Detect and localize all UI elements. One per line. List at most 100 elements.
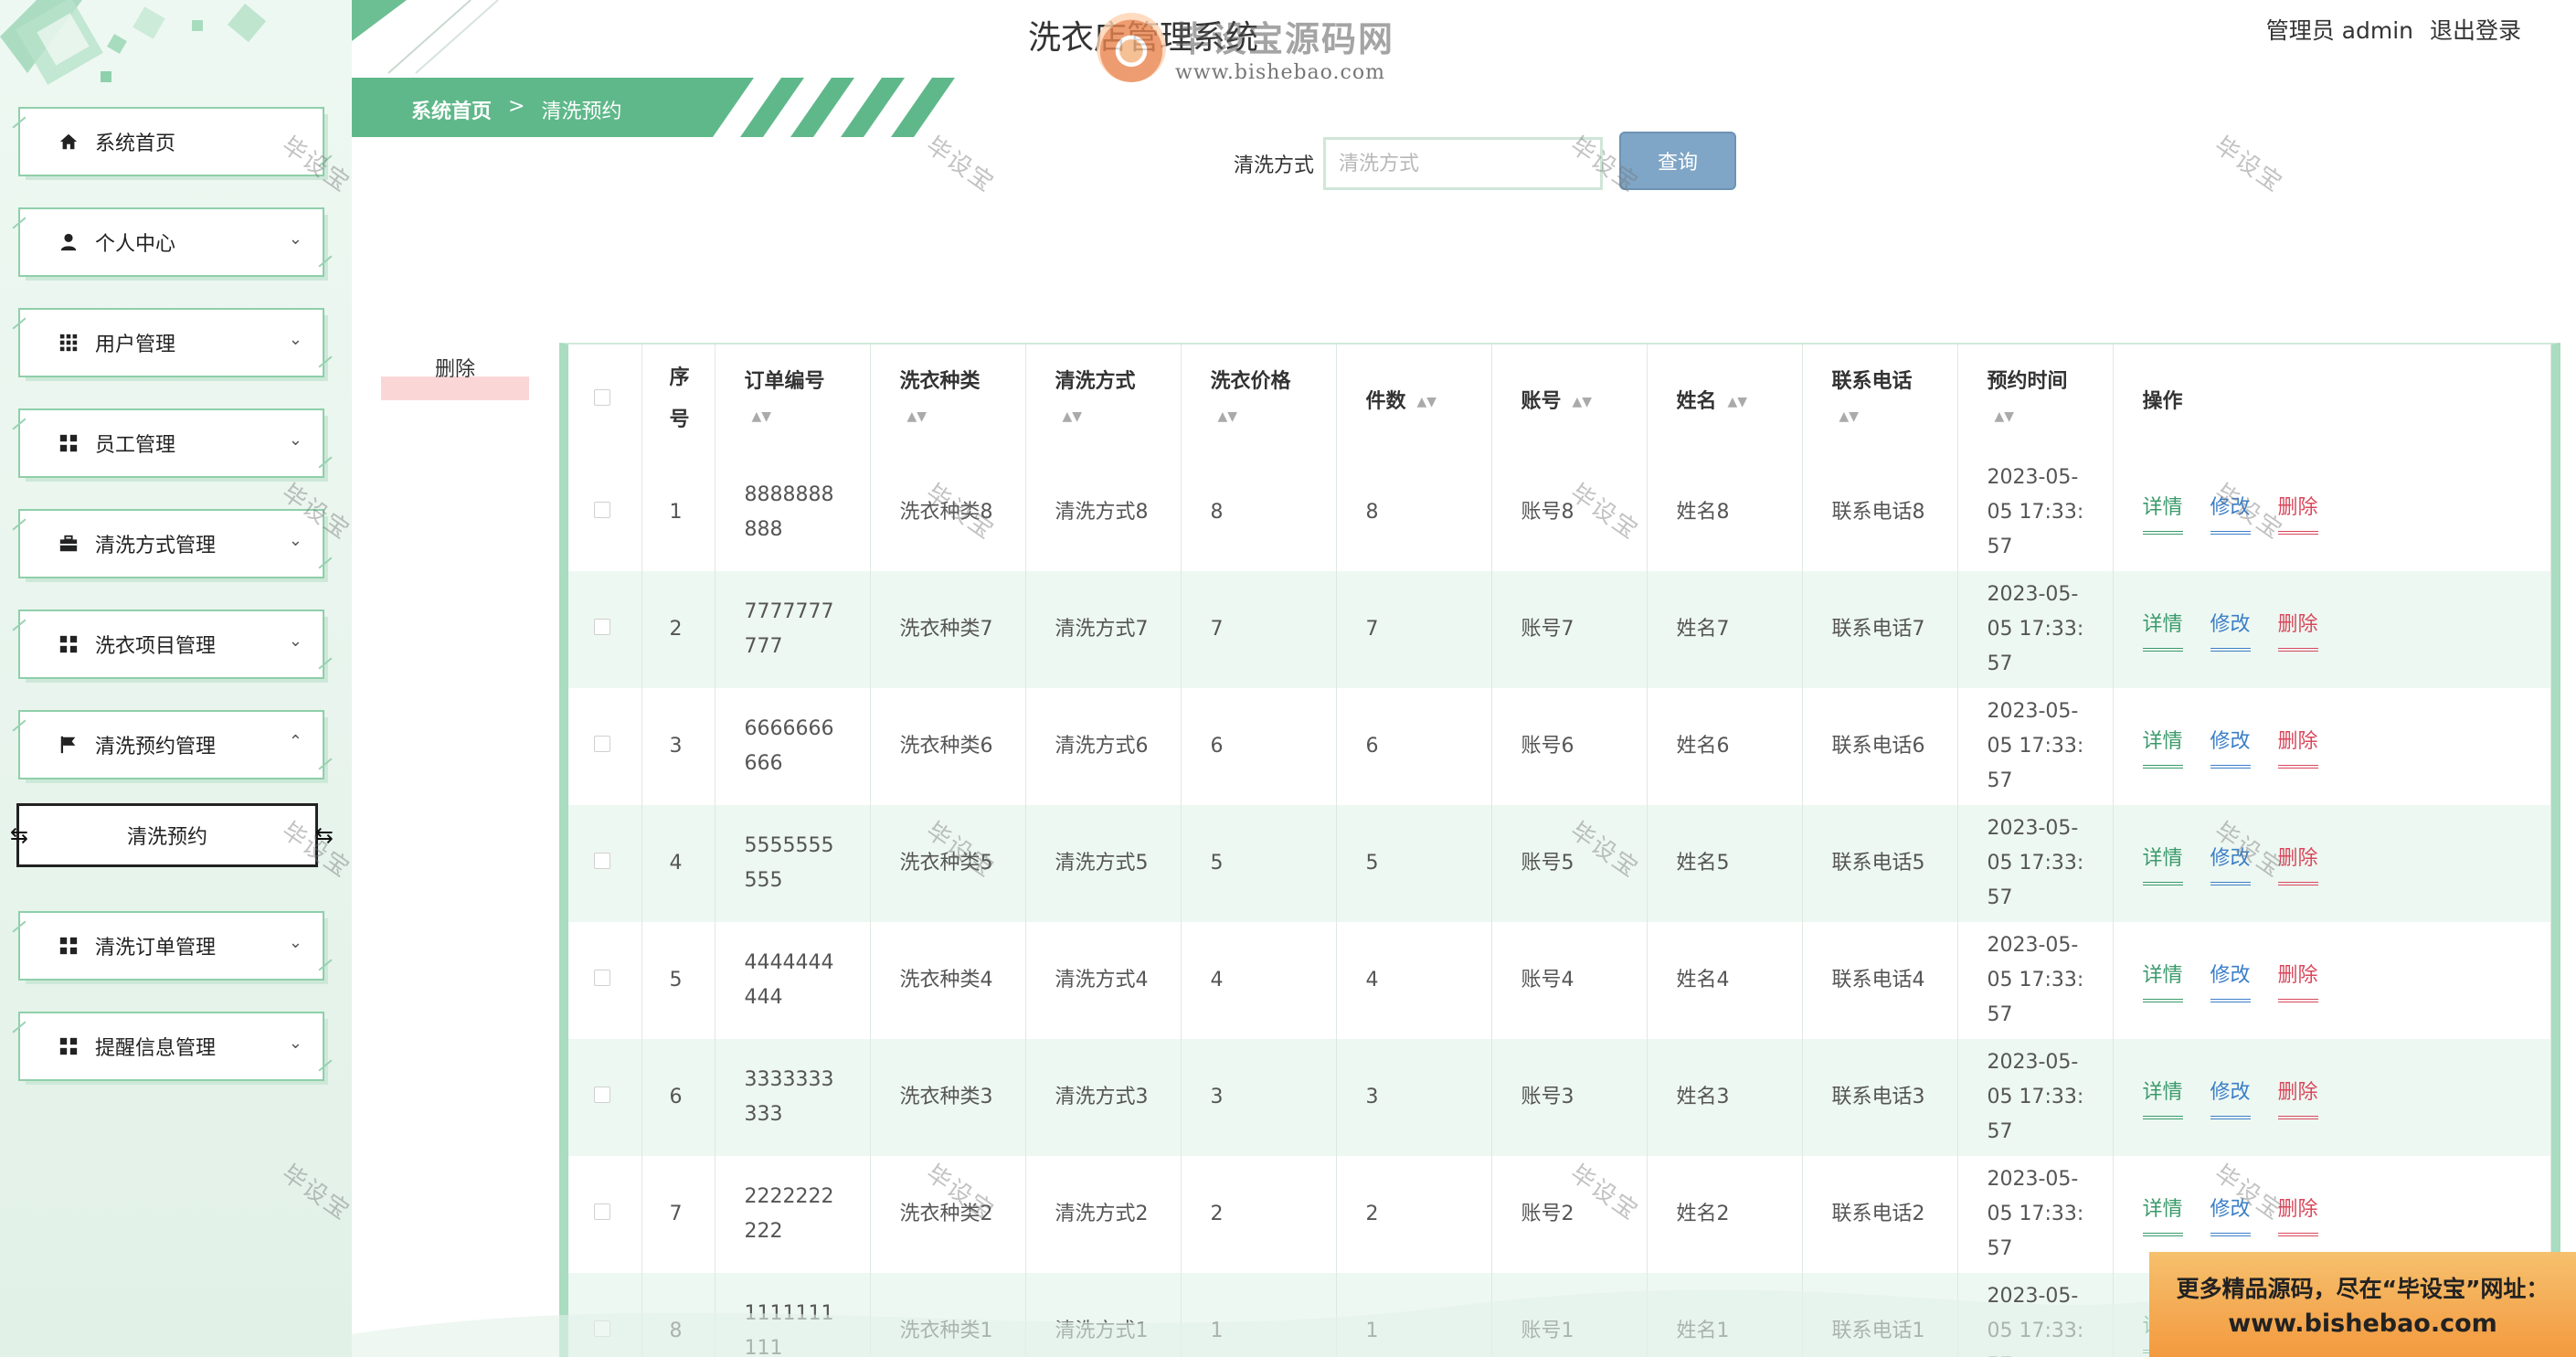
sidebar: 系统首页 个人中心 ⌄ 用户管理 ⌄ 员工管理 ⌄ 清洗方式管理 ⌄ 洗衣项目管… [0, 0, 352, 1357]
cell-price: 3 [1210, 1086, 1224, 1108]
cell-index: 5 [669, 969, 683, 991]
reservation-table: 序号 订单编号 ▲▼ 洗衣种类 ▲▼ 清洗方式 ▲▼ 洗衣价格 ▲▼ 件数 ▲▼ 账号 ▲▼… [568, 345, 2551, 1357]
cell-name: 姓名7 [1676, 618, 1730, 641]
cell-wash-method: 清洗方式4 [1055, 969, 1149, 991]
delete-link[interactable]: 删除 [2277, 491, 2318, 535]
promo-line-1: 更多精品源码，尽在“毕设宝”网址： [2176, 1276, 2549, 1302]
delete-link[interactable]: 删除 [2277, 1076, 2318, 1119]
delete-link[interactable]: 删除 [2277, 725, 2318, 769]
row-checkbox[interactable] [594, 970, 610, 986]
sidebar-item-label: 清洗订单管理 [95, 937, 217, 959]
cell-count: 6 [1365, 735, 1379, 758]
sort-icon[interactable]: ▲▼ [1573, 396, 1593, 408]
cell-phone: 联系电话2 [1831, 1203, 1925, 1225]
sort-icon[interactable]: ▲▼ [752, 402, 870, 431]
sidebar-item-users[interactable]: 用户管理 ⌄ [18, 308, 324, 377]
sort-icon[interactable]: ▲▼ [1218, 402, 1336, 431]
detail-link[interactable]: 详情 [2142, 608, 2183, 652]
row-checkbox[interactable] [594, 736, 610, 752]
cell-order-no: 2222222222 [744, 1185, 834, 1243]
cell-phone: 联系电话1 [1831, 1320, 1925, 1342]
detail-link[interactable]: 详情 [2142, 959, 2183, 1002]
promo-line-2: www.bishebao.com [2228, 1309, 2497, 1338]
cell-laundry-type: 洗衣种类1 [899, 1320, 993, 1342]
cell-account: 账号8 [1521, 501, 1574, 524]
cell-name: 姓名5 [1676, 852, 1730, 875]
sidebar-item-reminders[interactable]: 提醒信息管理 ⌄ [18, 1012, 324, 1081]
cell-wash-method: 清洗方式8 [1055, 501, 1149, 524]
user-icon [57, 232, 80, 252]
logo-url: www.bishebao.com [1175, 61, 1385, 84]
sidebar-item-orders[interactable]: 清洗订单管理 ⌄ [18, 911, 324, 981]
sidebar-item-wash-method[interactable]: 清洗方式管理 ⌄ [18, 509, 324, 578]
search-button[interactable]: 查询 [1619, 132, 1736, 190]
sidebar-subitem-reservation[interactable]: ⇆ 清洗预约 ⇆ [10, 803, 334, 867]
cell-count: 7 [1365, 618, 1379, 641]
sidebar-item-home[interactable]: 系统首页 [18, 107, 324, 176]
cell-index: 2 [669, 618, 683, 641]
detail-link[interactable]: 详情 [2142, 1193, 2183, 1236]
th-phone: 联系电话 [1831, 370, 1913, 393]
row-checkbox[interactable] [594, 1320, 610, 1337]
sort-icon[interactable]: ▲▼ [907, 402, 1025, 431]
cell-wash-method: 清洗方式2 [1055, 1203, 1149, 1225]
sort-icon[interactable]: ▲▼ [1417, 396, 1437, 408]
th-price: 洗衣价格 [1210, 370, 1291, 393]
detail-link[interactable]: 详情 [2142, 725, 2183, 769]
detail-link[interactable]: 详情 [2142, 491, 2183, 535]
batch-delete-button[interactable]: 删除 [381, 353, 529, 400]
cell-price: 2 [1210, 1203, 1224, 1225]
edit-link[interactable]: 修改 [2210, 608, 2251, 652]
row-checkbox[interactable] [594, 619, 610, 635]
edit-link[interactable]: 修改 [2210, 491, 2251, 535]
cell-account: 账号7 [1521, 618, 1574, 641]
edit-link[interactable]: 修改 [2210, 959, 2251, 1002]
cell-price: 7 [1210, 618, 1224, 641]
delete-link[interactable]: 删除 [2277, 842, 2318, 885]
th-time: 预约时间 [1987, 370, 2068, 393]
select-all-checkbox[interactable] [594, 388, 610, 406]
logout-link[interactable]: 退出登录 [2430, 13, 2521, 46]
edit-link[interactable]: 修改 [2210, 842, 2251, 885]
breadcrumb-home[interactable]: 系统首页 [411, 95, 492, 124]
cell-index: 3 [669, 735, 683, 758]
cell-count: 1 [1365, 1320, 1379, 1342]
edit-link[interactable]: 修改 [2210, 1076, 2251, 1119]
table-body: 1 8888888888 洗衣种类8 清洗方式8 8 8 账号8 姓名8 联系电话8 2023-0… [568, 454, 2551, 1357]
search-input[interactable] [1323, 137, 1603, 190]
edit-link[interactable]: 修改 [2210, 1193, 2251, 1236]
sidebar-item-label: 提醒信息管理 [95, 1037, 217, 1060]
delete-link[interactable]: 删除 [2277, 959, 2318, 1002]
sidebar-item-label: 个人中心 [95, 233, 176, 256]
sort-icon[interactable]: ▲▼ [1995, 402, 2113, 431]
detail-link[interactable]: 详情 [2142, 842, 2183, 885]
promo-banner[interactable]: 更多精品源码，尽在“毕设宝”网址： www.bishebao.com [2149, 1252, 2576, 1357]
th-name: 姓名 [1676, 390, 1717, 413]
sidebar-item-profile[interactable]: 个人中心 ⌄ [18, 207, 324, 277]
edit-link[interactable]: 修改 [2210, 725, 2251, 769]
row-checkbox[interactable] [594, 1203, 610, 1220]
sidebar-item-staff[interactable]: 员工管理 ⌄ [18, 408, 324, 478]
row-checkbox[interactable] [594, 1087, 610, 1103]
cell-count: 4 [1365, 969, 1379, 991]
detail-link[interactable]: 详情 [2142, 1076, 2183, 1119]
sidebar-item-laundry-project[interactable]: 洗衣项目管理 ⌄ [18, 610, 324, 679]
delete-link[interactable]: 删除 [2277, 608, 2318, 652]
table-row: 2 7777777777 洗衣种类7 清洗方式7 7 7 账号7 姓名7 联系电话7 2023-0… [568, 571, 2551, 688]
row-checkbox[interactable] [594, 853, 610, 869]
sort-icon[interactable]: ▲▼ [1063, 402, 1181, 431]
sidebar-item-reservation[interactable]: 清洗预约管理 ⌃ [18, 710, 324, 779]
logo-icon [1097, 13, 1166, 82]
cell-count: 8 [1365, 501, 1379, 524]
breadcrumb-current: 清洗预约 [541, 101, 622, 123]
sort-icon[interactable]: ▲▼ [1839, 402, 1957, 431]
cell-wash-method: 清洗方式5 [1055, 852, 1149, 875]
cell-index: 4 [669, 852, 683, 875]
sidebar-item-label: 清洗方式管理 [95, 535, 217, 557]
cell-account: 账号4 [1521, 969, 1574, 991]
sort-icon[interactable]: ▲▼ [1728, 396, 1748, 408]
cell-account: 账号5 [1521, 852, 1574, 875]
row-checkbox[interactable] [594, 502, 610, 518]
delete-link[interactable]: 删除 [2277, 1193, 2318, 1236]
chevron-down-icon: ⌄ [288, 229, 302, 249]
